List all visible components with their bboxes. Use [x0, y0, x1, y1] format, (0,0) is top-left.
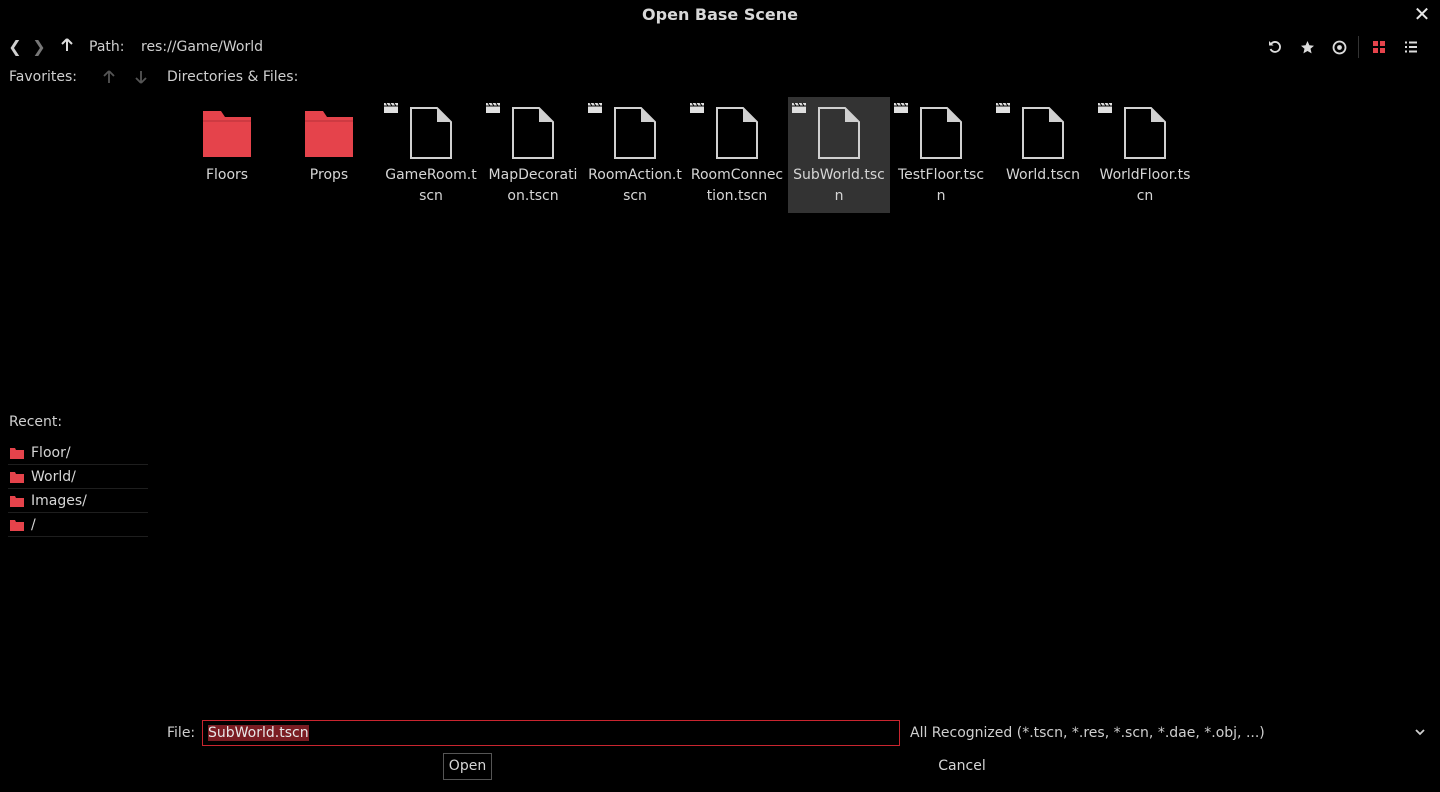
scene-file-icon	[890, 101, 992, 159]
scene-file-icon	[788, 101, 890, 159]
recent-list: Floor/World/Images/ /	[8, 441, 148, 537]
folder-icon	[176, 101, 278, 159]
file-item[interactable]: World.tscn	[992, 97, 1094, 213]
file-item[interactable]: WorldFloor.tscn	[1094, 97, 1196, 213]
scene-file-icon	[992, 101, 1094, 159]
file-item[interactable]: TestFloor.tscn	[890, 97, 992, 213]
path-toolbar: ❮ ❯ Path: res://Game/World	[0, 34, 1440, 60]
file-item[interactable]: MapDecoration.tscn	[482, 97, 584, 213]
folder-icon	[10, 519, 24, 531]
dialog-title: Open Base Scene	[642, 5, 798, 24]
recent-item[interactable]: /	[8, 513, 148, 537]
file-name-label: SubWorld.tscn	[793, 167, 885, 204]
file-item[interactable]: RoomConnection.tscn	[686, 97, 788, 213]
folder-item[interactable]: Props	[278, 97, 380, 213]
favorite-move-up-icon[interactable]	[102, 69, 116, 85]
folder-icon	[10, 495, 24, 507]
file-name-label: TestFloor.tscn	[897, 167, 985, 204]
file-label: File:	[167, 725, 196, 741]
recent-item-label: Images/	[31, 492, 87, 509]
recent-item-label: Floor/	[31, 444, 71, 461]
favorite-move-down-icon[interactable]	[134, 69, 148, 85]
scene-file-icon	[584, 101, 686, 159]
back-icon[interactable]: ❮	[6, 34, 24, 60]
refresh-icon[interactable]	[1265, 38, 1285, 56]
list-view-icon[interactable]	[1401, 38, 1421, 56]
folder-icon	[10, 447, 24, 459]
scene-file-icon	[482, 101, 584, 159]
file-name-label: RoomConnection.tscn	[690, 167, 784, 204]
grid-view-icon[interactable]	[1369, 38, 1389, 56]
file-item[interactable]: GameRoom.tscn	[380, 97, 482, 213]
favorite-star-icon[interactable]	[1297, 38, 1317, 56]
recent-item[interactable]: Floor/	[8, 441, 148, 465]
show-hidden-eye-icon[interactable]	[1329, 38, 1349, 56]
close-icon[interactable]: ✕	[1412, 3, 1432, 25]
file-name-label: Props	[309, 167, 349, 183]
directories-label: Directories & Files:	[167, 69, 299, 85]
toolbar-separator	[1358, 36, 1359, 58]
folder-icon	[10, 471, 24, 483]
file-name-label: Floors	[205, 167, 249, 183]
scene-file-icon	[380, 101, 482, 159]
file-item[interactable]: SubWorld.tscn	[788, 97, 890, 213]
folder-icon	[278, 101, 380, 159]
file-name-label: WorldFloor.tscn	[1099, 167, 1191, 204]
open-button[interactable]: Open	[443, 753, 492, 780]
path-field[interactable]: res://Game/World	[141, 34, 263, 60]
file-name-input[interactable]: SubWorld.tscn	[202, 720, 900, 746]
file-name-label: MapDecoration.tscn	[488, 167, 578, 204]
file-name-value: SubWorld.tscn	[208, 725, 309, 741]
file-name-label: World.tscn	[1006, 167, 1080, 183]
folder-item[interactable]: Floors	[176, 97, 278, 213]
recent-item-label: World/	[31, 468, 76, 485]
recent-item[interactable]: Images/	[8, 489, 148, 513]
file-filter-select[interactable]: All Recognized (*.tscn, *.res, *.scn, *.…	[910, 723, 1265, 743]
favorites-label: Favorites:	[9, 69, 77, 85]
scene-file-icon	[1094, 101, 1196, 159]
file-grid: Floors Props GameRoom.tscn MapDecoration.ts…	[164, 97, 1434, 697]
file-name-label: RoomAction.tscn	[588, 167, 682, 204]
forward-icon[interactable]: ❯	[30, 34, 48, 60]
scene-file-icon	[686, 101, 788, 159]
file-item[interactable]: RoomAction.tscn	[584, 97, 686, 213]
file-name-label: GameRoom.tscn	[385, 167, 477, 204]
recent-label: Recent:	[9, 414, 63, 430]
recent-item-label: /	[31, 516, 36, 533]
path-label: Path:	[89, 39, 125, 55]
cancel-button[interactable]: Cancel	[934, 753, 990, 780]
chevron-down-icon[interactable]	[1414, 726, 1426, 738]
up-arrow-icon[interactable]	[58, 34, 76, 60]
recent-item[interactable]: World/	[8, 465, 148, 489]
